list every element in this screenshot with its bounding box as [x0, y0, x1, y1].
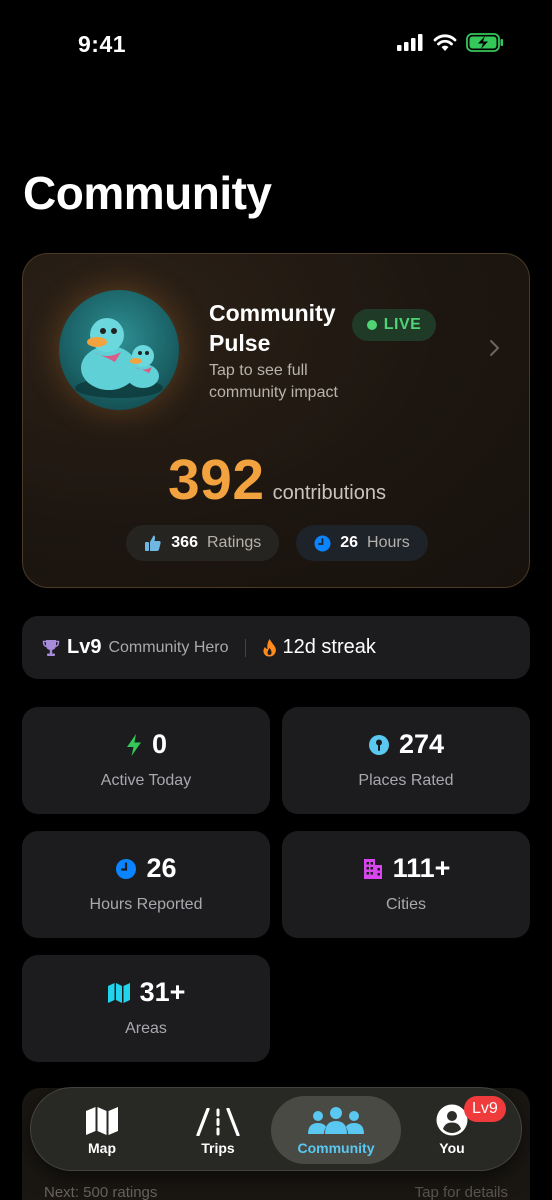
stat-value: 111+: [392, 853, 451, 883]
status-time: 9:41: [78, 31, 127, 57]
pulse-subtitle: Tap to see full community impact: [209, 362, 338, 401]
thumbs-up-icon: [145, 535, 161, 551]
page-title: Community: [23, 167, 272, 219]
milestone-next: Next: 500 ratings: [44, 1184, 158, 1200]
level-bar[interactable]: Lv9 Community Hero 12d streak: [22, 616, 530, 679]
ratings-value: 366: [171, 534, 198, 551]
live-label: LIVE: [383, 316, 422, 333]
stat-cities[interactable]: 111+ Cities: [282, 831, 530, 938]
duck-mascot-icon: [75, 318, 163, 398]
stat-areas[interactable]: 31+ Areas: [22, 955, 270, 1062]
stat-value: 26: [146, 853, 177, 883]
chevron-right-icon: [490, 340, 499, 356]
people-icon: [308, 1107, 364, 1134]
pulse-chips: 366 Ratings 26 Hours: [23, 525, 531, 561]
building-icon: [363, 858, 382, 879]
bolt-icon: [126, 733, 141, 756]
status-bar: 9:41: [0, 0, 552, 90]
hours-chip: 26 Hours: [296, 525, 428, 561]
flame-icon: [262, 639, 276, 657]
contributions-label: contributions: [272, 482, 386, 504]
live-badge: LIVE: [352, 309, 436, 341]
tab-label: Map: [88, 1140, 116, 1156]
stat-label: Places Rated: [358, 772, 454, 789]
contributions-count: 392: [167, 448, 265, 512]
tab-bar: Map Trips Community You Lv9: [30, 1087, 522, 1171]
battery-charging-icon: [466, 33, 503, 52]
trophy-icon: [42, 639, 60, 656]
stat-hours-reported[interactable]: 26 Hours Reported: [22, 831, 270, 938]
clock-icon: [116, 858, 137, 879]
stat-label: Active Today: [100, 772, 192, 789]
stat-label: Hours Reported: [89, 896, 203, 913]
contributions-row: 392 contributions: [23, 447, 531, 513]
stat-value: 31+: [139, 977, 186, 1007]
duck-mascot-avatar: [59, 290, 179, 410]
road-icon: [196, 1108, 240, 1136]
community-pulse-card[interactable]: Community Pulse LIVE Tap to see full com…: [22, 253, 530, 588]
map-icon: [86, 1107, 118, 1135]
stat-label: Areas: [125, 1020, 167, 1037]
level-badge: Lv9: [464, 1096, 506, 1122]
pulse-title: Community Pulse: [209, 300, 336, 356]
stat-label: Cities: [385, 896, 426, 913]
hours-value: 26: [340, 534, 359, 551]
clock-icon: [314, 535, 331, 551]
map-icon: [107, 982, 130, 1003]
tab-label: Trips: [201, 1140, 235, 1156]
level-number: Lv9: [67, 636, 102, 658]
stat-places-rated[interactable]: 274 Places Rated: [282, 707, 530, 814]
tab-label: Community: [297, 1140, 375, 1156]
level-name: Community Hero: [108, 638, 229, 656]
ratings-label: Ratings: [206, 534, 262, 551]
tab-map[interactable]: Map: [49, 1096, 155, 1164]
wifi-icon: [433, 33, 457, 51]
tab-community[interactable]: Community: [271, 1096, 401, 1164]
hours-label: Hours: [367, 534, 410, 551]
live-dot-icon: [366, 320, 377, 330]
ratings-chip: 366 Ratings: [126, 525, 280, 561]
stat-value: 274: [398, 729, 445, 759]
tab-label: You: [439, 1140, 465, 1156]
milestone-details-link[interactable]: Tap for details: [415, 1184, 508, 1200]
streak-label: 12d streak: [282, 636, 376, 658]
tab-trips[interactable]: Trips: [167, 1096, 269, 1164]
status-icons: [397, 33, 504, 52]
stat-active-today[interactable]: 0 Active Today: [22, 707, 270, 814]
signal-icon: [397, 34, 423, 51]
pin-icon: [368, 734, 389, 755]
divider: [244, 638, 246, 657]
stat-value: 0: [151, 729, 168, 759]
